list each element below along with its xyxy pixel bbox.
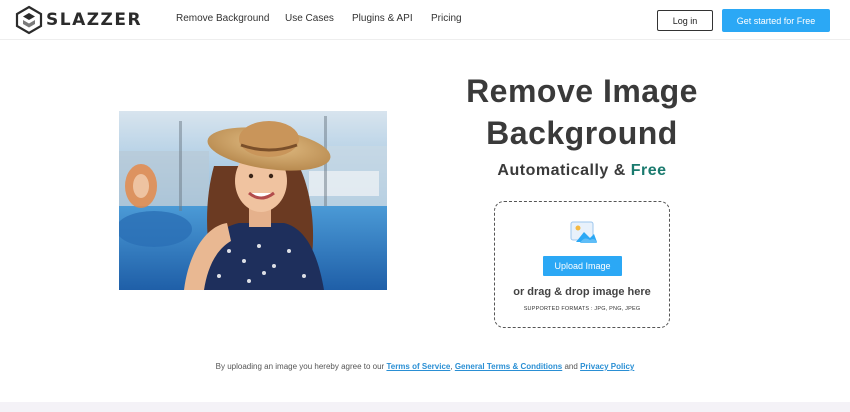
terms-notice: By uploading an image you hereby agree t… [0,362,850,371]
headline-line-1: Remove Image [466,73,698,109]
headline-line-2: Background [486,115,678,151]
login-button[interactable]: Log in [657,10,713,31]
upload-image-button[interactable]: Upload Image [543,256,622,276]
image-icon [570,221,597,243]
privacy-policy-link[interactable]: Privacy Policy [580,362,634,371]
subtitle-prefix: Automatically & [497,162,626,179]
terms-separator-and: and [564,362,578,371]
terms-prefix: By uploading an image you hereby agree t… [215,362,385,371]
hero-sample-photo [119,111,387,290]
subtitle: Automatically & Free [430,162,734,180]
image-drop-zone[interactable]: Upload Image or drag & drop image here S… [494,201,670,328]
nav-link-use-cases[interactable]: Use Cases [285,13,334,24]
slazzer-logo-icon [15,5,43,35]
nav-link-plugins-api[interactable]: Plugins & API [352,13,413,24]
supported-formats-text: SUPPORTED FORMATS : JPG, PNG, JPEG [523,306,641,312]
bottom-section-band [0,402,850,412]
get-started-button[interactable]: Get started for Free [722,9,830,32]
general-terms-link[interactable]: General Terms & Conditions [455,362,562,371]
brand-name: SLAZZER [46,10,143,30]
page-title: Remove Image Background [430,70,734,154]
terms-separator-comma: , [450,362,453,371]
nav-link-remove-background[interactable]: Remove Background [176,13,269,24]
terms-of-service-link[interactable]: Terms of Service [386,362,450,371]
brand-logo[interactable]: SLAZZER [14,4,142,36]
drag-drop-text: or drag & drop image here [513,286,651,298]
nav-link-pricing[interactable]: Pricing [431,13,462,24]
top-navbar: SLAZZER Remove Background Use Cases Plug… [0,0,850,40]
subtitle-highlight: Free [630,162,667,179]
